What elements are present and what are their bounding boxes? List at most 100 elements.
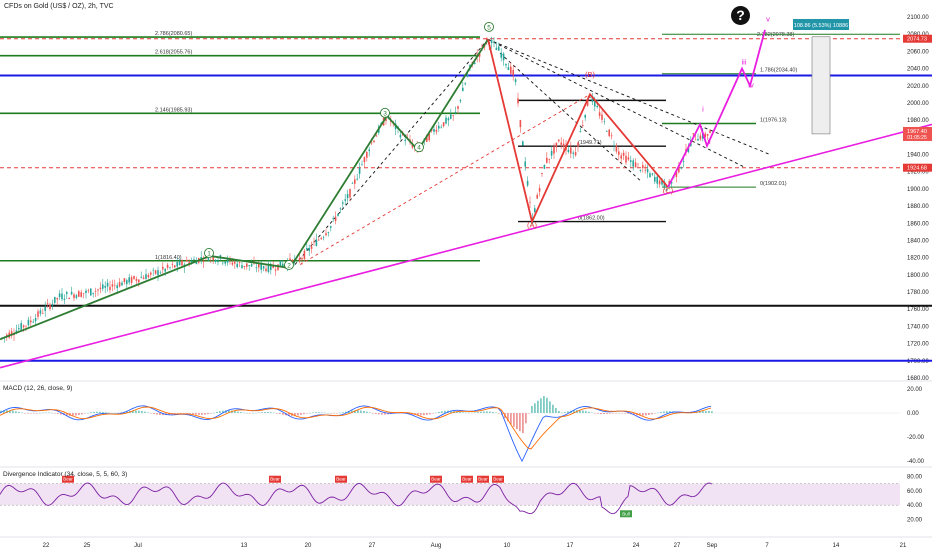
- candle-body: [159, 272, 162, 274]
- macd-hist-bar: [141, 411, 143, 413]
- chart-root: 1680.001700.001720.001740.001760.001780.…: [0, 0, 932, 550]
- macd-hist-bar: [21, 412, 23, 414]
- candle-body: [608, 129, 610, 137]
- help-icon[interactable]: ?: [731, 6, 750, 25]
- wave-label: i: [702, 105, 704, 114]
- div-y-tick-label: 60.00: [907, 489, 923, 495]
- candle-body: [570, 147, 572, 154]
- macd-hist-bar: [303, 413, 305, 415]
- candle-body: [82, 293, 85, 294]
- macd-hist-bar: [528, 413, 530, 414]
- macd-hist-bar: [54, 413, 56, 414]
- macd-y-tick-label: -20.00: [907, 435, 925, 441]
- chart-svg[interactable]: 1680.001700.001720.001740.001760.001780.…: [0, 0, 932, 550]
- candle-body: [505, 64, 507, 66]
- y-tick-label: 1880.00: [907, 204, 929, 210]
- macd-hist-bar: [603, 413, 605, 415]
- candle-body: [514, 79, 517, 82]
- macd-hist-bar: [360, 410, 362, 413]
- macd-hist-bar: [138, 410, 140, 413]
- candle-body: [334, 216, 337, 221]
- macd-hist-bar: [342, 412, 344, 413]
- y-tick-label: 1800.00: [907, 273, 929, 279]
- candle-body: [618, 151, 620, 155]
- candle-body: [85, 290, 87, 294]
- macd-hist-bar: [663, 411, 665, 413]
- candle-body: [368, 149, 370, 152]
- macd-hist-bar: [81, 413, 83, 415]
- candle-body: [354, 179, 356, 184]
- macd-hist-bar: [321, 412, 323, 413]
- candle-body: [620, 155, 622, 159]
- candle-body: [649, 173, 651, 178]
- candle-body: [27, 319, 30, 326]
- y-tick-label: 2020.00: [907, 84, 929, 90]
- candle-body: [145, 274, 147, 280]
- candle-body: [106, 282, 109, 287]
- candle-body: [99, 287, 102, 290]
- candle-body: [87, 290, 90, 292]
- candle-body: [94, 290, 97, 292]
- candle-body: [433, 128, 435, 132]
- candle-body: [658, 180, 661, 185]
- macd-hist-bar: [462, 412, 464, 413]
- candle-body: [699, 135, 702, 140]
- macd-hist-bar: [90, 412, 92, 413]
- candle-body: [301, 258, 303, 260]
- macd-hist-bar: [153, 413, 155, 415]
- x-tick-label: 17: [567, 543, 574, 549]
- macd-hist-bar: [660, 412, 662, 413]
- candle-body: [138, 279, 140, 283]
- macd-hist-bar: [198, 413, 200, 415]
- price-badge-sub: 01:05:25: [907, 135, 927, 141]
- candle-body: [73, 294, 75, 299]
- candle-body: [546, 157, 548, 163]
- candle-body: [255, 267, 258, 269]
- macd-hist-bar: [540, 398, 542, 413]
- macd-hist-bar: [234, 411, 236, 413]
- candle-body: [90, 288, 92, 296]
- candle-body: [370, 142, 373, 144]
- macd-hist-bar: [267, 411, 269, 413]
- macd-hist-bar: [384, 413, 386, 415]
- macd-hist-bar: [276, 413, 278, 414]
- candle-body: [361, 164, 363, 166]
- macd-hist-bar: [519, 413, 521, 432]
- x-tick-label: 27: [369, 543, 376, 549]
- candle-body: [236, 263, 238, 268]
- macd-hist-bar: [327, 412, 329, 414]
- macd-hist-bar: [75, 413, 77, 416]
- y-tick-label: 1740.00: [907, 324, 929, 330]
- macd-hist-bar: [216, 411, 218, 413]
- macd-hist-bar: [666, 411, 668, 413]
- candle-body: [164, 268, 166, 272]
- candle-body: [526, 180, 529, 186]
- candle-body: [363, 157, 366, 163]
- level-label: (1949.71): [578, 140, 602, 146]
- candle-body: [459, 100, 462, 102]
- macd-hist-bar: [42, 412, 44, 414]
- candle-body: [325, 233, 327, 236]
- macd-hist-bar: [159, 413, 161, 415]
- candle-body: [176, 261, 178, 267]
- candle-body: [447, 118, 450, 121]
- candle-body: [75, 295, 78, 298]
- candle-body: [123, 278, 126, 283]
- candle-body: [174, 265, 176, 268]
- y-tick-label: 1840.00: [907, 238, 929, 244]
- candle-body: [166, 264, 169, 268]
- price-badge-label: 1924.68: [907, 166, 927, 172]
- candle-body: [349, 189, 351, 198]
- candle-body: [634, 162, 637, 168]
- macd-hist-bar: [93, 411, 95, 413]
- candle-body: [61, 293, 63, 300]
- macd-hist-bar: [186, 413, 188, 414]
- level-label: 1(1976.13): [760, 117, 787, 123]
- x-tick-label: Sep: [707, 543, 718, 549]
- x-tick-label: 13: [241, 543, 248, 549]
- macd-hist-bar: [111, 412, 113, 414]
- candle-body: [495, 47, 498, 51]
- candle-body: [517, 98, 519, 104]
- candle-body: [186, 259, 188, 262]
- macd-hist-bar: [318, 412, 320, 413]
